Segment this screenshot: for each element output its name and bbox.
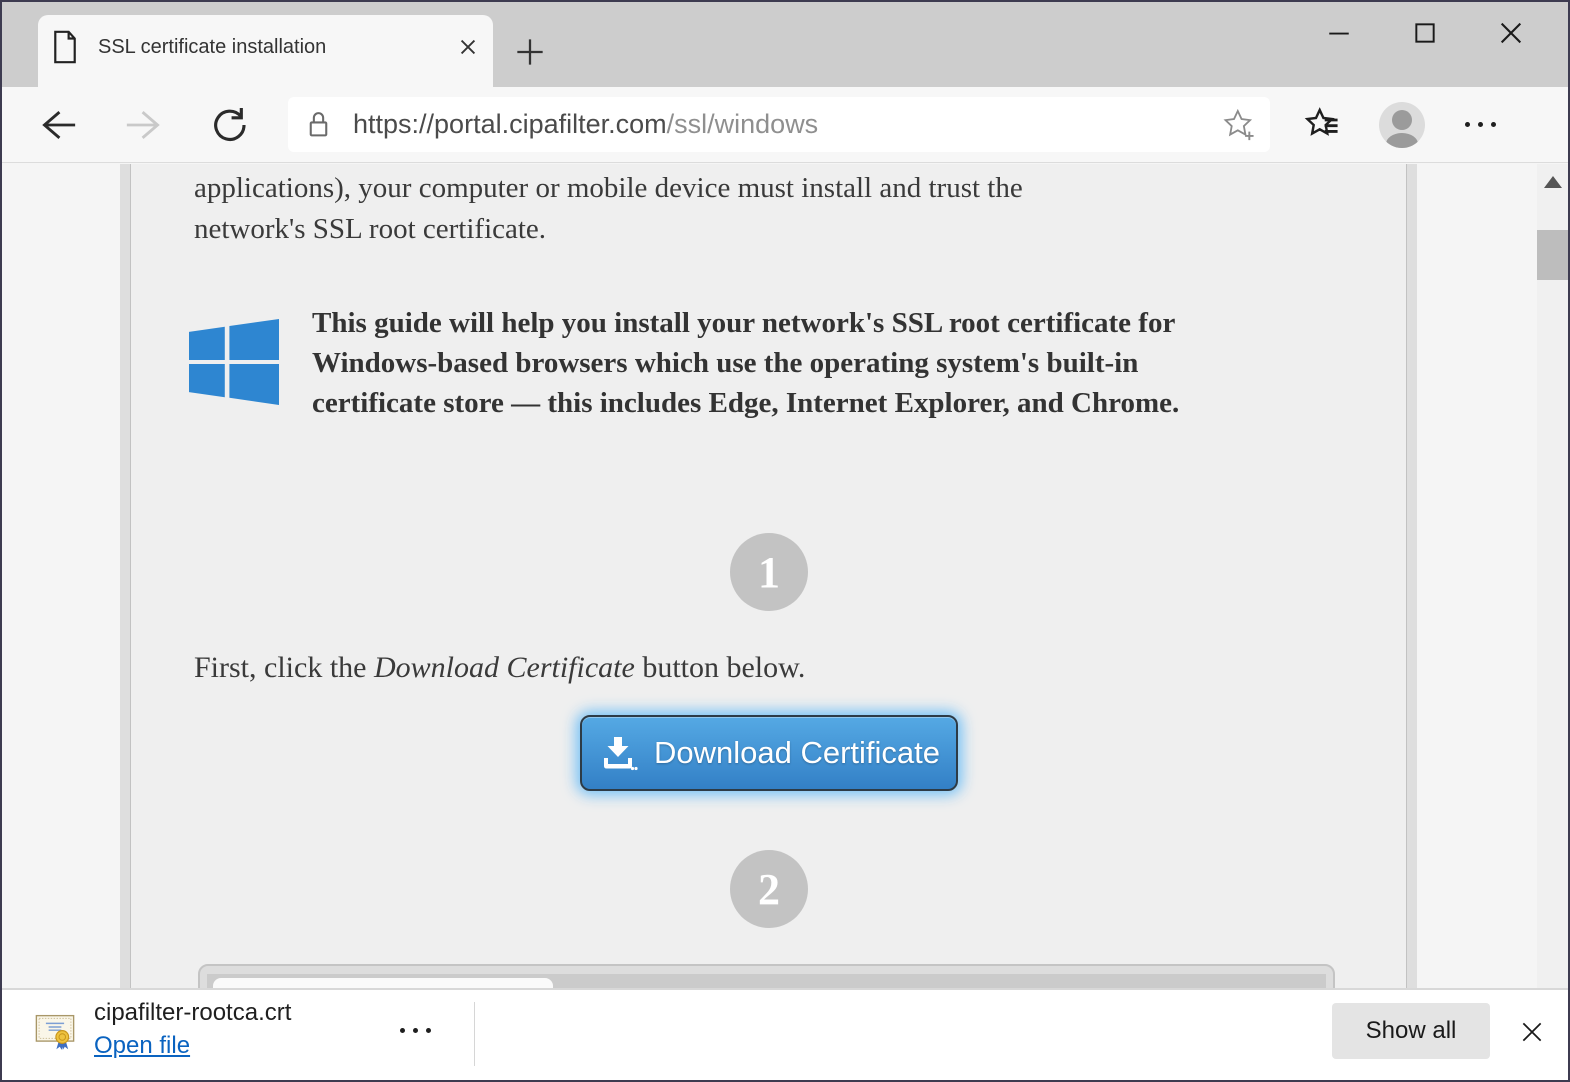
download-certificate-button[interactable]: Download Certificate: [580, 715, 958, 791]
profile-avatar[interactable]: [1374, 97, 1430, 153]
url-host: https://portal.cipafilter.com: [353, 109, 667, 139]
tutorial-screenshot: + — ✕: [198, 964, 1335, 988]
maximize-icon[interactable]: [1382, 8, 1468, 58]
tutorial-screenshot-tab: [213, 978, 553, 988]
new-tab-icon[interactable]: [508, 30, 552, 74]
back-icon[interactable]: [30, 97, 86, 153]
lock-icon: [306, 109, 331, 140]
browser-window: SSL certificate installation: [0, 0, 1570, 1082]
add-favorite-star-icon[interactable]: [1222, 108, 1256, 142]
guide-paragraph: This guide will help you install your ne…: [312, 303, 1179, 423]
browser-tab[interactable]: SSL certificate installation: [38, 15, 493, 87]
minimize-icon[interactable]: [1296, 8, 1382, 58]
scroll-up-arrow-icon[interactable]: [1544, 176, 1562, 188]
open-file-link[interactable]: Open file: [94, 1029, 190, 1063]
step-1-instruction: First, click the Download Certificate bu…: [194, 651, 805, 685]
page-viewport: applications), your computer or mobile d…: [2, 164, 1568, 988]
forward-icon[interactable]: [116, 97, 172, 153]
download-filename: cipafilter-rootca.crt: [94, 997, 291, 1029]
step-2-badge: 2: [730, 850, 808, 928]
refresh-icon[interactable]: [202, 97, 258, 153]
url-text: https://portal.cipafilter.com/ssl/window…: [353, 109, 1222, 140]
download-bar-divider: [474, 1002, 475, 1066]
tab-title: SSL certificate installation: [98, 36, 457, 59]
tab-strip: SSL certificate installation: [2, 2, 1568, 87]
windows-logo-icon: [189, 319, 279, 405]
settings-menu-icon[interactable]: [1452, 97, 1508, 153]
tab-close-icon[interactable]: [457, 36, 479, 58]
page-icon: [50, 30, 80, 64]
url-path: /ssl/windows: [667, 109, 819, 139]
show-all-button[interactable]: Show all: [1332, 1003, 1490, 1059]
tutorial-screenshot-tabbar: + — ✕: [207, 974, 1326, 988]
download-options-icon[interactable]: [400, 1028, 431, 1033]
navigation-bar: https://portal.cipafilter.com/ssl/window…: [2, 87, 1568, 163]
favorites-hub-icon[interactable]: [1296, 97, 1352, 153]
page-scrollbar[interactable]: [1537, 164, 1568, 988]
certificate-file-icon: [35, 1006, 75, 1058]
window-controls: [1296, 8, 1554, 58]
download-bar-close-icon[interactable]: [1512, 1012, 1552, 1052]
step-1-badge: 1: [730, 533, 808, 611]
download-icon: [598, 734, 638, 772]
article-column: applications), your computer or mobile d…: [130, 164, 1407, 988]
close-icon[interactable]: [1468, 8, 1554, 58]
address-bar[interactable]: https://portal.cipafilter.com/ssl/window…: [288, 97, 1270, 152]
download-button-label: Download Certificate: [654, 735, 940, 771]
intro-paragraph: applications), your computer or mobile d…: [194, 168, 1023, 250]
scrollbar-thumb[interactable]: [1537, 230, 1568, 280]
download-bar: cipafilter-rootca.crt Open file Show all: [2, 988, 1568, 1080]
